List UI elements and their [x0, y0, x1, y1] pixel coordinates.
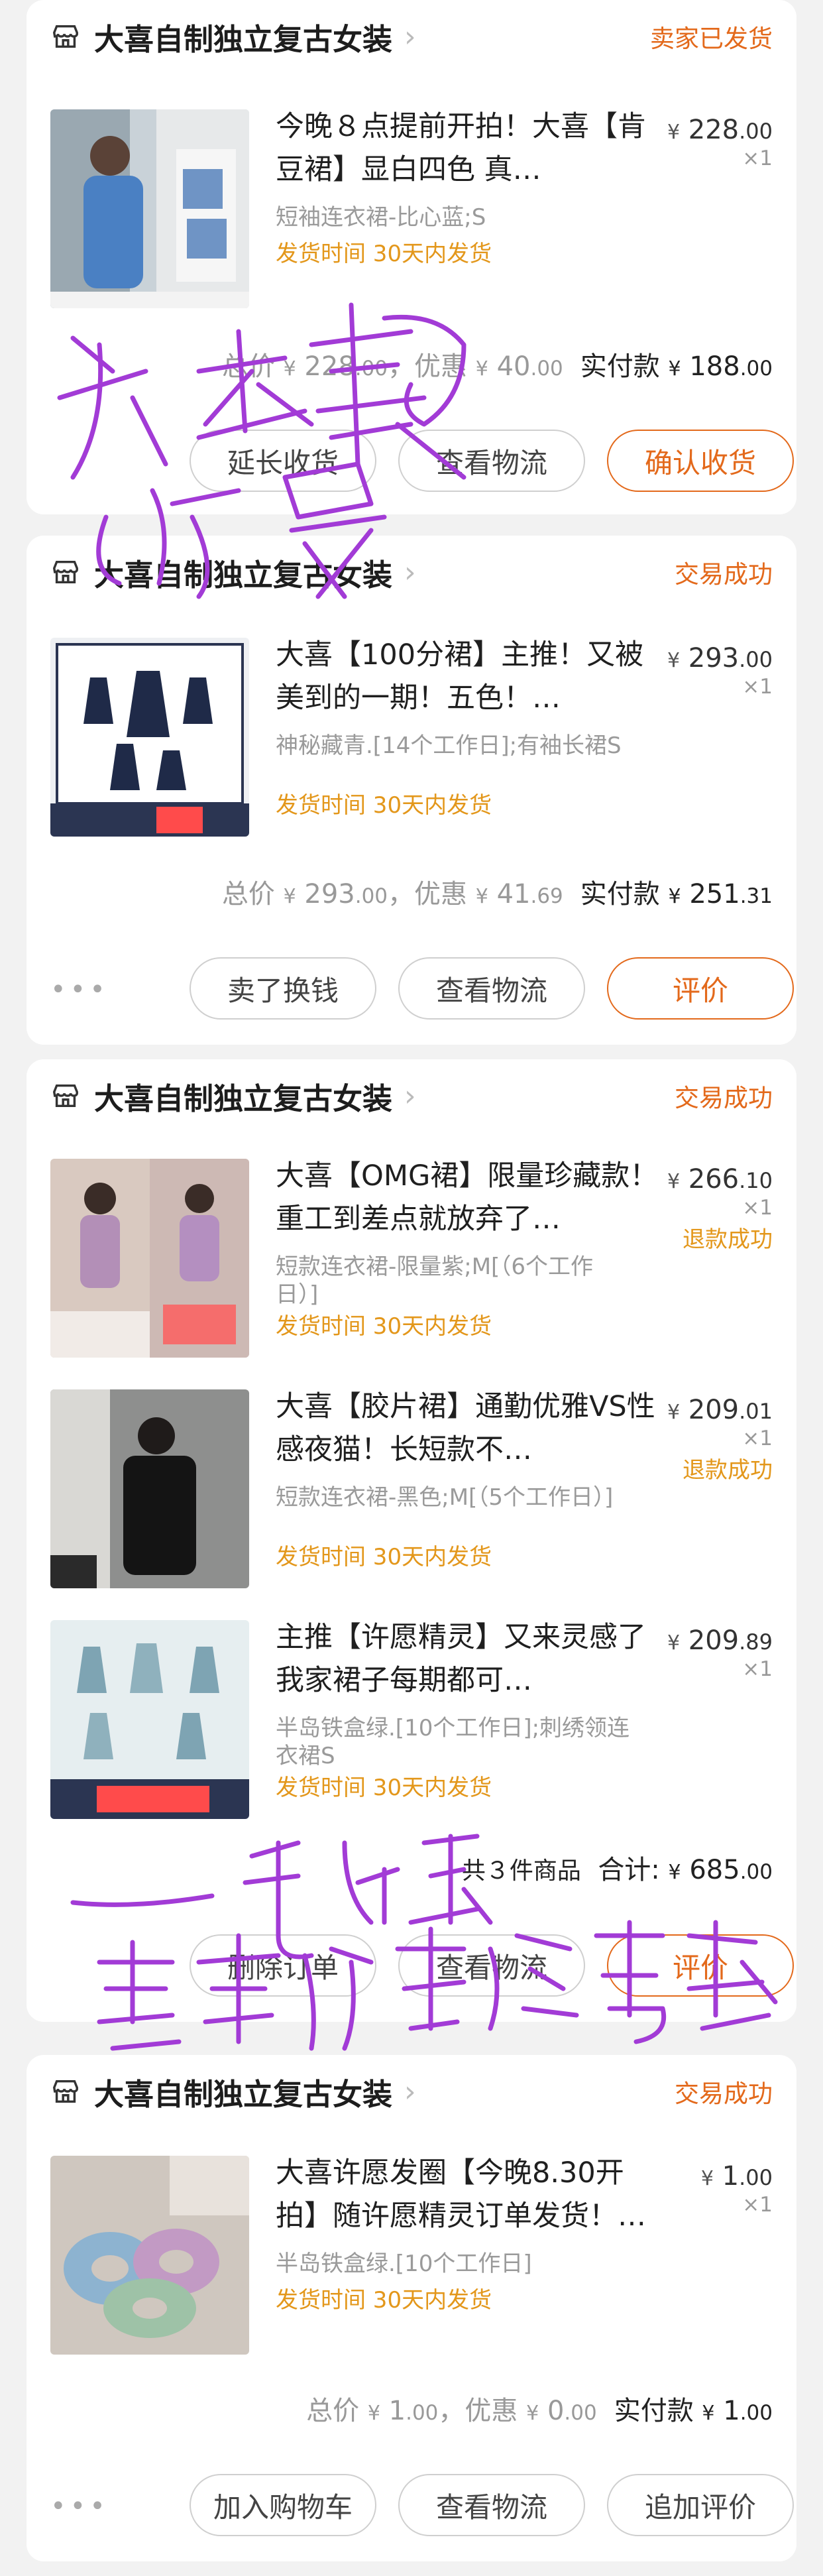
- order-item[interactable]: 今晚８点提前开拍！大喜【肯豆裙】显白四色 真… 短袖连衣裙-比心蓝;S 发货时间…: [50, 109, 773, 308]
- order-card: 大喜自制独立复古女装 › 交易成功 大喜【OMG裙】限量珍藏款！重工到差点就放弃…: [27, 1059, 796, 2022]
- review-button[interactable]: 评价: [607, 1934, 794, 1997]
- product-title[interactable]: 大喜【胶片裙】通勤优雅VS性感夜猫！长短款不…: [276, 1385, 660, 1472]
- order-status: 交易成功: [675, 560, 773, 589]
- view-logistics-button[interactable]: 查看物流: [398, 957, 585, 1020]
- shop-name[interactable]: 大喜自制独立复古女装: [94, 15, 392, 58]
- product-thumbnail[interactable]: [50, 1620, 249, 1819]
- item-price: ¥ 209.89: [667, 1625, 773, 1656]
- order-item[interactable]: 大喜许愿发圈【今晚8.30开拍】随许愿精灵订单发货！… 半岛铁盒绿.[10个工作…: [50, 2156, 773, 2355]
- product-title[interactable]: 大喜【100分裙】主推！又被美到的一期！五色！…: [276, 634, 660, 720]
- product-title[interactable]: 今晚８点提前开拍！大喜【肯豆裙】显白四色 真…: [276, 105, 660, 192]
- item-quantity: ×1: [742, 675, 773, 699]
- ship-time: 发货时间 30天内发货: [276, 1544, 492, 1570]
- product-thumbnail[interactable]: [50, 109, 249, 308]
- product-sku: 短款连衣裙-黑色;M[（5个工作日）]: [276, 1484, 614, 1511]
- shop-header[interactable]: 大喜自制独立复古女装 › 交易成功: [50, 2055, 773, 2128]
- view-logistics-button[interactable]: 查看物流: [398, 1934, 585, 1997]
- chevron-right-icon: ›: [404, 19, 416, 54]
- shop-header[interactable]: 大喜自制独立复古女装 › 交易成功: [50, 536, 773, 609]
- confirm-receipt-button[interactable]: 确认收货: [607, 430, 794, 492]
- item-quantity: ×1: [742, 1427, 773, 1450]
- order-actions: 延长收货 查看物流 确认收货: [50, 430, 794, 493]
- order-actions: 删除订单 查看物流 评价: [50, 1934, 794, 1998]
- shop-name[interactable]: 大喜自制独立复古女装: [94, 2070, 392, 2113]
- product-sku: 神秘藏青.[14个工作日];有袖长裙S: [276, 732, 622, 759]
- item-quantity: ×1: [742, 2193, 773, 2217]
- product-thumbnail[interactable]: [50, 1159, 249, 1358]
- order-actions: ••• 加入购物车 查看物流 追加评价: [50, 2474, 794, 2538]
- product-sku: 短款连衣裙-限量紫;M[（6个工作日）]: [276, 1254, 593, 1308]
- shop-header[interactable]: 大喜自制独立复古女装 › 卖家已发货: [50, 0, 773, 73]
- more-options-icon[interactable]: •••: [50, 974, 109, 1005]
- item-quantity: ×1: [742, 1657, 773, 1681]
- item-quantity: ×1: [742, 1196, 773, 1220]
- refund-status: 退款成功: [683, 1457, 773, 1484]
- product-sku: 半岛铁盒绿.[10个工作日]: [276, 2251, 532, 2277]
- product-thumbnail[interactable]: [50, 1389, 249, 1588]
- chevron-right-icon: ›: [404, 1079, 416, 1113]
- order-status: 交易成功: [675, 2079, 773, 2108]
- view-logistics-button[interactable]: 查看物流: [398, 2474, 585, 2536]
- shop-icon: [52, 560, 78, 584]
- product-thumbnail[interactable]: [50, 2156, 249, 2355]
- shop-name[interactable]: 大喜自制独立复古女装: [94, 551, 392, 594]
- ship-time: 发货时间 30天内发货: [276, 241, 492, 267]
- chevron-right-icon: ›: [404, 555, 416, 589]
- shop-icon: [52, 25, 78, 48]
- shop-icon: [52, 2079, 78, 2103]
- product-sku: 半岛铁盒绿.[10个工作日];刺绣领连衣裙S: [276, 1715, 630, 1769]
- ship-time: 发货时间 30天内发货: [276, 2287, 492, 2313]
- shop-name[interactable]: 大喜自制独立复古女装: [94, 1075, 392, 1118]
- shop-icon: [52, 1084, 78, 1108]
- item-price: ¥ 228.00: [667, 115, 773, 145]
- order-summary: 总价 ¥ 293.00 ，优惠 ¥ 41.69 实付款 ¥ 251.31: [221, 879, 773, 909]
- order-summary: 共３件商品 合计: ¥ 685.00: [461, 1855, 773, 1885]
- product-title[interactable]: 大喜【OMG裙】限量珍藏款！重工到差点就放弃了…: [276, 1155, 660, 1241]
- product-sku: 短袖连衣裙-比心蓝;S: [276, 204, 486, 231]
- order-item[interactable]: 大喜【OMG裙】限量珍藏款！重工到差点就放弃了… 短款连衣裙-限量紫;M[（6个…: [50, 1159, 773, 1358]
- order-status: 交易成功: [675, 1084, 773, 1112]
- item-price: ¥ 266.10: [667, 1164, 773, 1195]
- delete-order-button[interactable]: 删除订单: [190, 1934, 376, 1997]
- order-summary: 总价 ¥ 1.00 ，优惠 ¥ 0.00 实付款 ¥ 1.00: [306, 2396, 773, 2426]
- order-actions: ••• 卖了换钱 查看物流 评价: [50, 957, 794, 1021]
- product-thumbnail[interactable]: [50, 638, 249, 837]
- view-logistics-button[interactable]: 查看物流: [398, 430, 585, 492]
- order-item[interactable]: 大喜【胶片裙】通勤优雅VS性感夜猫！长短款不… 短款连衣裙-黑色;M[（5个工作…: [50, 1389, 773, 1588]
- add-review-button[interactable]: 追加评价: [607, 2474, 794, 2536]
- add-to-cart-button[interactable]: 加入购物车: [190, 2474, 376, 2536]
- order-card: 大喜自制独立复古女装 › 交易成功 大喜【100分裙】主推！又被美到的一期！五色…: [27, 536, 796, 1045]
- item-quantity: ×1: [742, 146, 773, 170]
- item-price: ¥ 1.00: [700, 2161, 773, 2192]
- shop-header[interactable]: 大喜自制独立复古女装 › 交易成功: [50, 1059, 773, 1132]
- chevron-right-icon: ›: [404, 2074, 416, 2109]
- ship-time: 发货时间 30天内发货: [276, 792, 492, 819]
- product-title[interactable]: 主推【许愿精灵】又来灵感了我家裙子每期都可…: [276, 1616, 660, 1702]
- order-item[interactable]: 大喜【100分裙】主推！又被美到的一期！五色！… 神秘藏青.[14个工作日];有…: [50, 638, 773, 837]
- order-summary: 总价 ¥ 228.00 ，优惠 ¥ 40.00 实付款 ¥ 188.00: [221, 351, 773, 382]
- order-status: 卖家已发货: [650, 25, 773, 53]
- ship-time: 发货时间 30天内发货: [276, 1313, 492, 1340]
- extend-receipt-button[interactable]: 延长收货: [190, 430, 376, 492]
- more-options-icon[interactable]: •••: [50, 2491, 109, 2522]
- review-button[interactable]: 评价: [607, 957, 794, 1020]
- refund-status: 退款成功: [683, 1226, 773, 1253]
- product-title[interactable]: 大喜许愿发圈【今晚8.30开拍】随许愿精灵订单发货！…: [276, 2152, 660, 2238]
- ship-time: 发货时间 30天内发货: [276, 1775, 492, 1801]
- order-card: 大喜自制独立复古女装 › 交易成功 大喜许愿发圈【今晚8.30开拍】随许愿精灵订…: [27, 2055, 796, 2561]
- item-price: ¥ 209.01: [667, 1395, 773, 1425]
- order-item[interactable]: 主推【许愿精灵】又来灵感了我家裙子每期都可… 半岛铁盒绿.[10个工作日];刺绣…: [50, 1620, 773, 1819]
- resell-button[interactable]: 卖了换钱: [190, 957, 376, 1020]
- order-card: 大喜自制独立复古女装 › 卖家已发货 今晚８点提前开拍！大喜【肯豆裙】显白四色 …: [27, 0, 796, 514]
- item-price: ¥ 293.00: [667, 643, 773, 673]
